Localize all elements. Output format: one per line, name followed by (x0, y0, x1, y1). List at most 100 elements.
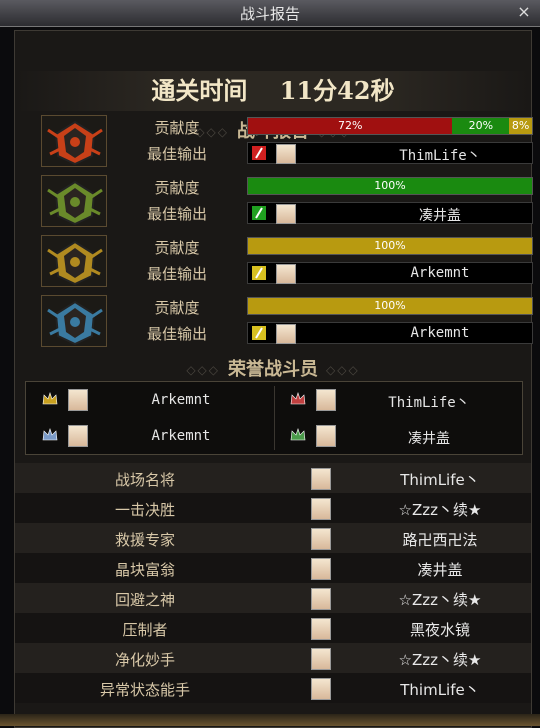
player-avatar (68, 425, 88, 447)
honor-heading: ◇◇◇ 荣誉战斗员 ◇◇◇ (15, 355, 531, 381)
honor-entry: ThimLife丶 (274, 384, 522, 418)
helmet-icon (41, 235, 107, 287)
ornament-right-icon: ◇◇◇ (326, 363, 360, 377)
award-title: 净化妙手 (114, 651, 175, 669)
player-avatar (311, 588, 331, 610)
award-player-name: ☆Zzz丶续★ (398, 501, 482, 519)
honor-box: Arkemnt ThimLife丶 Arkemnt 凑井盖 (25, 381, 523, 455)
ornament-left-icon: ◇◇◇ (186, 363, 220, 377)
award-player-name: 黑夜水镜 (409, 621, 470, 639)
player-avatar (311, 558, 331, 580)
class-emblem-icon (252, 146, 266, 160)
award-title: 救援专家 (114, 531, 175, 549)
honor-player-name: Arkemnt (151, 392, 211, 408)
clear-time-label: 通关时间 (151, 76, 248, 105)
player-row: 贡献度最佳输出 72% 20% 8% ThimLife丶 (41, 115, 533, 167)
best-output-name: Arkemnt (410, 325, 470, 341)
contribution-label: 贡献度 (154, 119, 200, 137)
player-avatar (311, 498, 331, 520)
best-output-name: Arkemnt (410, 265, 470, 281)
class-emblem-icon (252, 266, 266, 280)
award-title: 异常状态能手 (99, 681, 190, 699)
award-row: 晶块富翁 凑井盖 (15, 553, 531, 583)
award-player-name: ☆Zzz丶续★ (398, 591, 482, 609)
contribution-bar: 100% (247, 237, 533, 255)
awards-list: 战场名将 ThimLife丶 一击决胜 ☆Zzz丶续★ 救援专家 路卍西卍法 晶块富翁 凑井盖… (15, 463, 531, 703)
contribution-segment: 100% (248, 238, 532, 254)
award-player-name: 凑井盖 (417, 561, 463, 579)
contribution-bar: 100% (247, 297, 533, 315)
best-output-label: 最佳输出 (146, 205, 207, 223)
helmet-icon (41, 115, 107, 167)
contribution-label: 贡献度 (154, 299, 200, 317)
honor-player-name: Arkemnt (151, 428, 211, 444)
player-avatar (311, 678, 331, 700)
player-avatar (311, 618, 331, 640)
award-row: 一击决胜 ☆Zzz丶续★ (15, 493, 531, 523)
window-title: 战斗报告 (239, 5, 300, 23)
crown-icon (42, 428, 58, 441)
best-output-name: ThimLife丶 (399, 148, 481, 164)
award-player-name: ☆Zzz丶续★ (398, 651, 482, 669)
crown-icon (290, 428, 306, 441)
honor-entry: Arkemnt (26, 420, 274, 454)
contribution-bar: 100% (247, 177, 533, 195)
contribution-segment: 100% (248, 298, 532, 314)
title-bar: 战斗报告 × (0, 0, 540, 27)
best-output-name: 凑井盖 (419, 208, 461, 224)
contribution-segment: 100% (248, 178, 532, 194)
award-title: 回避之神 (114, 591, 175, 609)
player-row: 贡献度最佳输出 100% Arkemnt (41, 235, 533, 287)
best-output-label: 最佳输出 (146, 325, 207, 343)
best-output-field: Arkemnt (247, 322, 533, 344)
helmet-icon (41, 295, 107, 347)
player-avatar (276, 324, 296, 344)
award-row: 战场名将 ThimLife丶 (15, 463, 531, 493)
clear-time-value: 11分42秒 (279, 76, 395, 105)
class-emblem-icon (252, 206, 266, 220)
award-row: 回避之神 ☆Zzz丶续★ (15, 583, 531, 613)
battle-report-panel: 通关时间 11分42秒 ◇◇◇战斗报告◇◇◇ 贡献度最佳输出72%20%8%Th… (14, 30, 533, 728)
player-avatar (276, 264, 296, 284)
player-row: 贡献度最佳输出 100% Arkemnt (41, 295, 533, 347)
award-player-name: 路卍西卍法 (402, 531, 478, 549)
player-avatar (311, 648, 331, 670)
player-avatar (316, 425, 336, 447)
contribution-label: 贡献度 (154, 179, 200, 197)
helmet-icon (41, 175, 107, 227)
award-row: 压制者 黑夜水镜 (15, 613, 531, 643)
player-row: 贡献度最佳输出 100% 凑井盖 (41, 175, 533, 227)
award-row: 异常状态能手 ThimLife丶 (15, 673, 531, 703)
player-avatar (276, 204, 296, 224)
award-player-name: ThimLife丶 (400, 681, 480, 699)
contribution-label: 贡献度 (154, 239, 200, 257)
honor-entry: Arkemnt (26, 384, 274, 418)
award-title: 一击决胜 (114, 501, 175, 519)
player-avatar (276, 144, 296, 164)
bottom-hotbar-strip (0, 714, 540, 726)
award-player-name: ThimLife丶 (400, 471, 480, 489)
honor-player-name: 凑井盖 (408, 431, 450, 447)
best-output-label: 最佳输出 (146, 145, 207, 163)
honor-entry: 凑井盖 (274, 420, 522, 454)
award-title: 晶块富翁 (114, 561, 175, 579)
best-output-label: 最佳输出 (146, 265, 207, 283)
best-output-field: Arkemnt (247, 262, 533, 284)
close-button[interactable]: × (514, 2, 534, 22)
contribution-segment: 72% (248, 118, 453, 134)
honor-divider (274, 386, 275, 450)
honor-heading-text: 荣誉战斗员 (228, 359, 318, 380)
crown-icon (290, 392, 306, 405)
player-avatar (316, 389, 336, 411)
contribution-segment: 20% (452, 118, 510, 134)
award-row: 救援专家 路卍西卍法 (15, 523, 531, 553)
clear-time-banner: 通关时间 11分42秒 (15, 71, 531, 111)
award-row: 净化妙手 ☆Zzz丶续★ (15, 643, 531, 673)
player-avatar (311, 528, 331, 550)
contribution-segment: 8% (509, 118, 532, 134)
award-title: 战场名将 (114, 471, 175, 489)
honor-player-name: ThimLife丶 (388, 395, 470, 411)
crown-icon (42, 392, 58, 405)
best-output-field: ThimLife丶 (247, 142, 533, 164)
player-avatar (311, 468, 331, 490)
